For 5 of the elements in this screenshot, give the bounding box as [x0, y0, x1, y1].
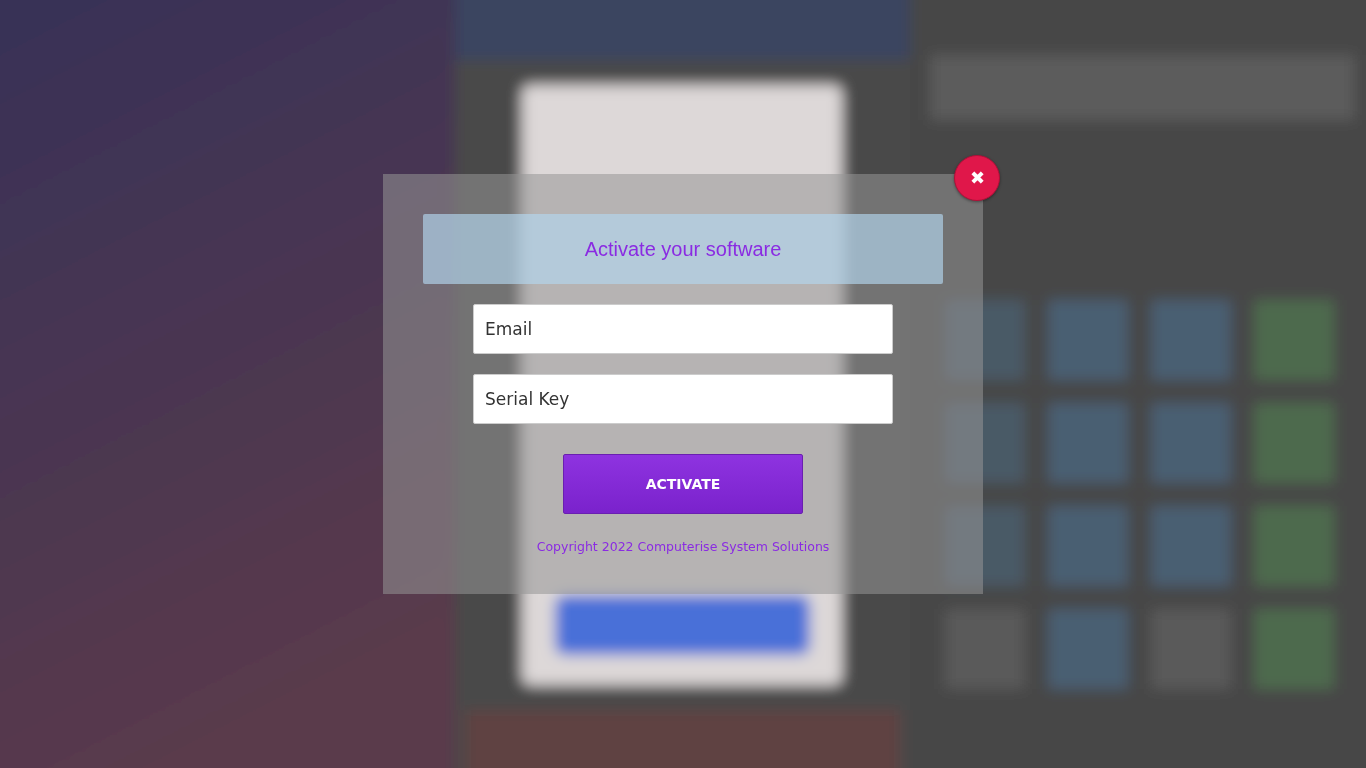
- dialog-title: Activate your software: [584, 237, 782, 261]
- activate-button[interactable]: ACTIVATE: [563, 454, 803, 514]
- input-field[interactable]: Email: [473, 304, 893, 354]
- input-field[interactable]: Serial Key: [473, 374, 893, 424]
- copyright-text: Copyright 2022 Computerise System Solutions: [536, 539, 830, 554]
